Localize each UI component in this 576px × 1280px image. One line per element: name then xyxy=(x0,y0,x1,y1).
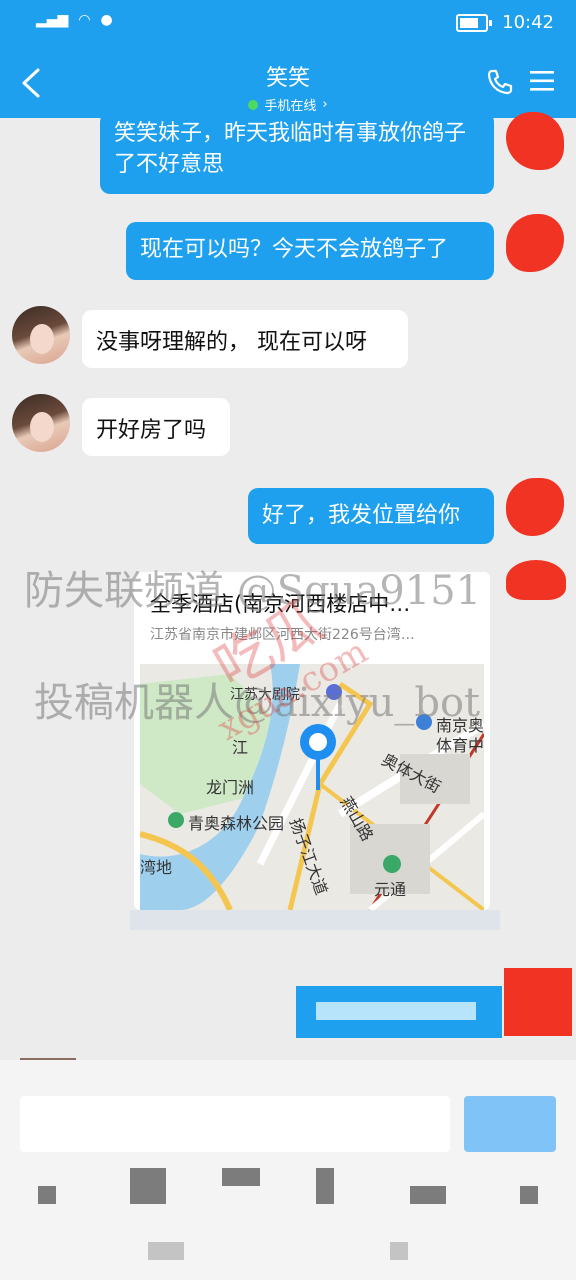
status-icons-left: ▂▄▆ ◠ ● xyxy=(36,12,113,28)
censored-block xyxy=(390,1242,408,1260)
map-label: 青奥森林公园 xyxy=(188,814,285,833)
avatar[interactable] xyxy=(12,394,70,452)
input-panel xyxy=(0,1060,576,1280)
message-bubble[interactable]: 开好房了吗 xyxy=(82,398,230,456)
wifi-icon: ◠ xyxy=(78,12,91,28)
avatar[interactable] xyxy=(506,112,564,170)
censored-avatar[interactable] xyxy=(504,968,572,1036)
map-label: 龙门洲 xyxy=(206,778,255,797)
censored-icon[interactable] xyxy=(222,1168,260,1186)
map-label: 体育中 xyxy=(436,736,484,755)
censored-icon[interactable] xyxy=(130,1168,166,1204)
status-bar: ▂▄▆ ◠ ● 10:42 xyxy=(0,0,576,48)
avatar[interactable] xyxy=(12,306,70,364)
status-icons-right: 10:42 xyxy=(456,12,554,33)
censored-icon[interactable] xyxy=(410,1186,446,1204)
censored-icon[interactable] xyxy=(38,1186,56,1204)
message-bubble[interactable]: 好了，我发位置给你 xyxy=(248,488,494,544)
signal-icon: ▂▄▆ xyxy=(36,12,69,28)
censored-text xyxy=(316,1002,476,1020)
chat-header: 笑笑 手机在线 › xyxy=(0,48,576,118)
online-dot-icon xyxy=(248,99,259,110)
map-label: 元通 xyxy=(374,880,407,899)
map-pin-stem xyxy=(316,756,320,790)
send-button[interactable] xyxy=(464,1096,556,1152)
map-label: 湾地 xyxy=(140,858,173,877)
message-input[interactable] xyxy=(20,1096,450,1152)
censored-block xyxy=(148,1242,184,1260)
avatar[interactable] xyxy=(506,214,564,272)
phone-icon[interactable] xyxy=(486,68,514,96)
message-bubble[interactable]: 没事呀理解的， 现在可以呀 xyxy=(82,310,408,368)
censored-icon[interactable] xyxy=(316,1168,334,1204)
avatar[interactable] xyxy=(506,560,566,600)
message-bubble[interactable]: 现在可以吗？今天不会放鸽子了 xyxy=(126,222,494,280)
message-bubble[interactable]: 笑笑妹子，昨天我临时有事放你鸽子了不好意思 xyxy=(100,112,494,194)
censored-strip xyxy=(130,910,500,930)
battery-icon xyxy=(456,13,493,32)
menu-icon[interactable] xyxy=(530,70,554,92)
qq-icon: ● xyxy=(100,12,113,28)
clock: 10:42 xyxy=(502,12,554,33)
map-pin-icon xyxy=(300,724,336,760)
chevron-right-icon: › xyxy=(322,97,328,112)
avatar[interactable] xyxy=(506,478,564,536)
censored-icon[interactable] xyxy=(520,1186,538,1204)
